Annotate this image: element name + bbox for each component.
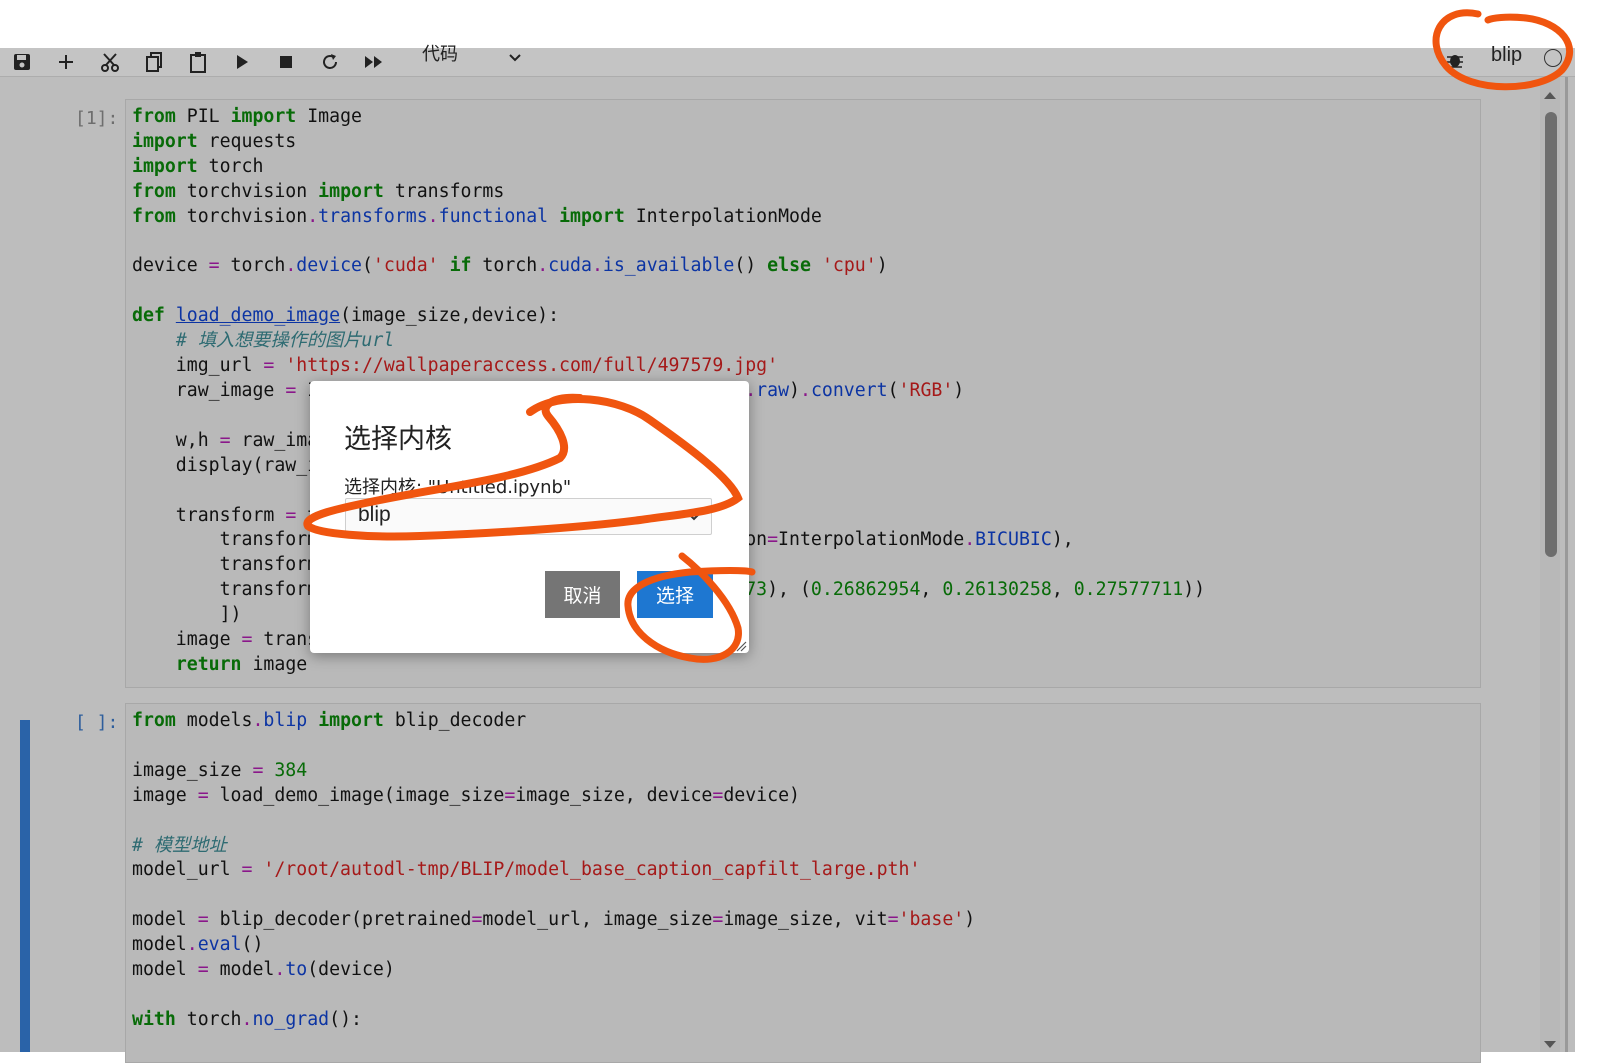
top-blank-area [0, 0, 1606, 48]
cell-type-dropdown[interactable]: 代码 [410, 44, 540, 76]
resize-grip-icon[interactable] [735, 639, 747, 657]
paste-icon[interactable] [185, 50, 211, 74]
select-kernel-dialog: 选择内核 选择内核: "Untitled.ipynb" blip 取消 选择 [310, 381, 749, 653]
code-cell-2[interactable]: from models.blip import blip_decoder ima… [125, 703, 1481, 1063]
scroll-down-icon[interactable] [1540, 1038, 1560, 1052]
kernel-select-value: blip [358, 503, 391, 526]
run-icon[interactable] [229, 50, 255, 74]
chevron-down-icon [507, 50, 523, 71]
right-edge-divider [1565, 77, 1568, 1052]
dialog-title: 选择内核 [344, 424, 452, 455]
notebook-toolbar: 代码 blip [0, 44, 1575, 77]
debugger-bug-icon[interactable] [1445, 50, 1465, 75]
cancel-button[interactable]: 取消 [545, 571, 620, 618]
cell-1-prompt: [1]: [75, 108, 119, 129]
stop-icon[interactable] [273, 50, 299, 74]
cell-2-code: from models.blip import blip_decoder ima… [132, 710, 976, 1030]
fast-forward-icon[interactable] [361, 50, 387, 74]
copy-icon[interactable] [141, 50, 167, 74]
cell-type-value: 代码 [422, 44, 458, 65]
dialog-label: 选择内核: "Untitled.ipynb" [344, 477, 572, 498]
scrollbar-thumb[interactable] [1545, 112, 1557, 557]
select-button[interactable]: 选择 [637, 571, 713, 618]
kernel-select-dropdown[interactable]: blip [345, 498, 712, 535]
chevron-down-icon [686, 509, 702, 530]
cell-2-prompt: [ ]: [75, 712, 119, 733]
kernel-status-icon [1544, 49, 1562, 67]
active-cell-indicator [20, 720, 30, 1052]
right-blank-area [1575, 48, 1606, 1052]
cut-icon[interactable] [97, 50, 123, 74]
plus-icon[interactable] [53, 50, 79, 74]
scroll-up-icon[interactable] [1540, 88, 1560, 102]
save-icon[interactable] [9, 50, 35, 74]
restart-icon[interactable] [317, 50, 343, 74]
kernel-name[interactable]: blip [1491, 44, 1522, 67]
